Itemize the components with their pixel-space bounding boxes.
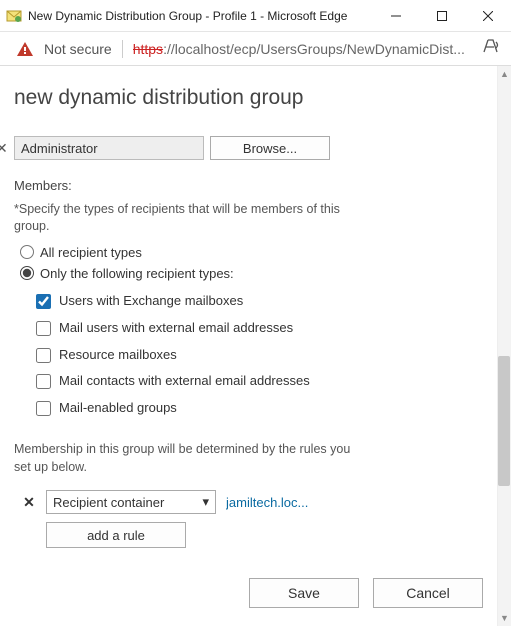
check-exchange-input[interactable]	[36, 294, 51, 309]
owner-input[interactable]	[14, 136, 204, 160]
recipient-types-checkgroup: Users with Exchange mailboxes Mail users…	[36, 293, 493, 417]
app-favicon	[6, 8, 22, 24]
check-exchange-mailboxes[interactable]: Users with Exchange mailboxes	[36, 293, 326, 310]
members-label: Members:	[14, 178, 493, 193]
rule-value-link[interactable]: jamiltech.loc...	[226, 495, 308, 510]
save-button[interactable]: Save	[249, 578, 359, 608]
rule-field-dropdown[interactable]: Recipient container ▾	[46, 490, 216, 514]
check-mailusers-label: Mail users with external email addresses	[59, 320, 293, 337]
cancel-button[interactable]: Cancel	[373, 578, 483, 608]
check-mailusers-input[interactable]	[36, 321, 51, 336]
scroll-thumb[interactable]	[498, 356, 510, 486]
rules-hint: Membership in this group will be determi…	[14, 441, 354, 476]
window-maximize-button[interactable]	[419, 0, 465, 31]
remove-rule-button[interactable]: ✕	[22, 494, 36, 511]
radio-all-recipients[interactable]: All recipient types	[20, 245, 493, 260]
check-contacts-label: Mail contacts with external email addres…	[59, 373, 310, 390]
rule-field-value: Recipient container	[53, 495, 164, 510]
page-heading: new dynamic distribution group	[14, 86, 493, 110]
scroll-down-arrow[interactable]: ▼	[498, 610, 511, 626]
not-secure-icon	[16, 40, 34, 58]
address-bar: Not secure https://localhost/ecp/UsersGr…	[0, 32, 511, 66]
radio-only-following[interactable]: Only the following recipient types:	[20, 266, 493, 281]
add-rule-button[interactable]: add a rule	[46, 522, 186, 548]
window-title: New Dynamic Distribution Group - Profile…	[28, 9, 373, 23]
check-exchange-label: Users with Exchange mailboxes	[59, 293, 243, 310]
radio-only-label: Only the following recipient types:	[40, 266, 234, 281]
radio-all-input[interactable]	[20, 245, 34, 259]
browse-button[interactable]: Browse...	[210, 136, 330, 160]
check-groups-input[interactable]	[36, 401, 51, 416]
radio-all-label: All recipient types	[40, 245, 142, 260]
clear-owner-button[interactable]: ✕	[0, 139, 12, 157]
separator	[122, 40, 123, 58]
recipient-scope-radiogroup: All recipient types Only the following r…	[20, 245, 493, 281]
check-resource-input[interactable]	[36, 348, 51, 363]
rule-row: ✕ Recipient container ▾ jamiltech.loc...	[22, 490, 493, 514]
page-body: new dynamic distribution group ✕ Browse.…	[0, 66, 511, 626]
check-resource-mailboxes[interactable]: Resource mailboxes	[36, 347, 326, 364]
check-resource-label: Resource mailboxes	[59, 347, 177, 364]
check-mail-contacts[interactable]: Mail contacts with external email addres…	[36, 373, 326, 390]
not-secure-label[interactable]: Not secure	[44, 41, 112, 57]
check-contacts-input[interactable]	[36, 374, 51, 389]
chevron-down-icon: ▾	[202, 494, 209, 510]
url-text[interactable]: https://localhost/ecp/UsersGroups/NewDyn…	[133, 41, 473, 57]
check-groups-label: Mail-enabled groups	[59, 400, 177, 417]
scroll-up-arrow[interactable]: ▲	[498, 66, 511, 82]
window-close-button[interactable]	[465, 0, 511, 31]
check-mail-enabled-groups[interactable]: Mail-enabled groups	[36, 400, 326, 417]
vertical-scrollbar[interactable]: ▲ ▼	[497, 66, 511, 626]
check-mail-users[interactable]: Mail users with external email addresses	[36, 320, 326, 337]
window-minimize-button[interactable]	[373, 0, 419, 31]
window-titlebar: New Dynamic Distribution Group - Profile…	[0, 0, 511, 32]
read-aloud-icon[interactable]	[483, 37, 501, 60]
members-hint: *Specify the types of recipients that wi…	[14, 201, 374, 235]
radio-only-input[interactable]	[20, 266, 34, 280]
